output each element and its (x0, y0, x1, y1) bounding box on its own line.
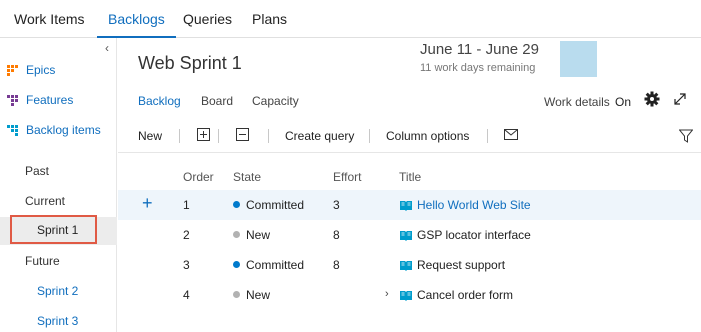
sidebar-item-label: Features (26, 93, 74, 107)
tab-backlogs-label: Backlogs (108, 11, 165, 27)
toolbar-separator (369, 129, 370, 143)
iteration-sprint-1-label: Sprint 1 (37, 223, 79, 237)
row-state-label: Committed (246, 198, 305, 212)
email-icon[interactable] (504, 129, 518, 140)
add-child-icon[interactable]: + (142, 194, 153, 212)
row-title: GSP locator interface (417, 228, 531, 242)
row-state-label: Committed (246, 258, 305, 272)
row-state: New (233, 228, 270, 242)
tab-backlog[interactable]: Backlog (138, 94, 181, 108)
tab-capacity[interactable]: Capacity (252, 94, 299, 108)
iteration-sprint-3[interactable]: Sprint 3 (37, 314, 78, 328)
toolbar-separator (179, 129, 180, 143)
top-navigation: Work Items Backlogs Queries Plans (0, 0, 701, 38)
column-header-title[interactable]: Title (399, 170, 421, 184)
work-details-toggle[interactable]: On (615, 95, 631, 109)
row-state-label: New (246, 288, 271, 302)
expand-all-icon[interactable] (197, 128, 210, 141)
sprint-date-range: June 11 - June 29 (420, 41, 539, 58)
toolbar-separator (218, 129, 219, 143)
tab-queries[interactable]: Queries (183, 0, 232, 38)
burndown-chart-thumbnail[interactable] (560, 41, 597, 77)
table-row[interactable]: 2 New 8 GSP locator interface (118, 220, 701, 250)
tab-backlogs[interactable]: Backlogs (97, 0, 176, 38)
work-details-label: Work details (544, 95, 610, 109)
sidebar-item-label: Epics (26, 63, 56, 77)
iteration-sprint-2[interactable]: Sprint 2 (37, 284, 78, 298)
gear-icon[interactable] (644, 91, 660, 107)
row-title-link[interactable]: Hello World Web Site (400, 198, 531, 212)
product-backlog-item-icon (400, 290, 412, 301)
product-backlog-item-icon (400, 260, 412, 271)
row-title: Cancel order form (417, 288, 514, 302)
iteration-past[interactable]: Past (25, 164, 49, 178)
row-title-link[interactable]: Cancel order form (400, 288, 513, 302)
row-title: Hello World Web Site (417, 198, 531, 212)
row-order: 1 (183, 198, 190, 212)
toolbar-separator (268, 129, 269, 143)
work-days-remaining: 11 work days remaining (420, 62, 536, 74)
full-screen-icon[interactable] (673, 92, 687, 106)
row-effort: 8 (333, 258, 340, 272)
backlog-toolbar: New Create query Column options (118, 120, 701, 153)
table-row[interactable]: 3 Committed 8 Request support (118, 250, 701, 280)
column-header-order[interactable]: Order (183, 170, 214, 184)
state-dot-icon (233, 201, 240, 208)
tab-work-items[interactable]: Work Items (14, 0, 85, 38)
column-header-effort[interactable]: Effort (333, 170, 361, 184)
backlog-items-icon (7, 125, 18, 136)
collapse-chevron-icon[interactable]: ‹ (105, 41, 109, 55)
row-order: 2 (183, 228, 190, 242)
state-dot-icon (233, 231, 240, 238)
row-order: 4 (183, 288, 190, 302)
features-backlog-icon (7, 95, 18, 106)
tab-board[interactable]: Board (201, 94, 233, 108)
create-query-button[interactable]: Create query (285, 129, 354, 143)
row-effort: 3 (333, 198, 340, 212)
state-dot-icon (233, 291, 240, 298)
sidebar-item-label: Backlog items (26, 123, 101, 137)
sidebar-item-backlog-items[interactable]: Backlog items (7, 123, 101, 137)
new-item-button[interactable]: New (138, 129, 162, 143)
column-header-state[interactable]: State (233, 170, 261, 184)
sidebar-item-features[interactable]: Features (7, 93, 73, 107)
table-row[interactable]: + 1 Committed 3 Hello World Web Site (118, 190, 701, 220)
row-title-link[interactable]: Request support (400, 258, 505, 272)
row-state: Committed (233, 198, 304, 212)
product-backlog-item-icon (400, 200, 412, 211)
tab-plans[interactable]: Plans (252, 0, 287, 38)
page-title: Web Sprint 1 (138, 53, 242, 73)
iteration-future[interactable]: Future (25, 254, 60, 268)
row-title: Request support (417, 258, 506, 272)
row-effort: 8 (333, 228, 340, 242)
expand-chevron-icon[interactable]: › (385, 288, 389, 300)
iteration-current[interactable]: Current (25, 194, 65, 208)
row-state: New (233, 288, 270, 302)
row-state-label: New (246, 228, 271, 242)
state-dot-icon (233, 261, 240, 268)
row-title-link[interactable]: GSP locator interface (400, 228, 531, 242)
row-state: Committed (233, 258, 304, 272)
row-order: 3 (183, 258, 190, 272)
sidebar: ‹ Epics Features Backlog items Past Curr… (0, 38, 117, 332)
collapse-all-icon[interactable] (236, 128, 249, 141)
epics-backlog-icon (7, 65, 18, 76)
product-backlog-item-icon (400, 230, 412, 241)
column-options-button[interactable]: Column options (386, 129, 469, 143)
iteration-sprint-1[interactable]: Sprint 1 (10, 215, 97, 244)
sidebar-item-epics[interactable]: Epics (7, 63, 55, 77)
toolbar-separator (487, 129, 488, 143)
table-row[interactable]: 4 New › Cancel order form (118, 280, 701, 310)
filter-icon[interactable] (679, 129, 693, 143)
